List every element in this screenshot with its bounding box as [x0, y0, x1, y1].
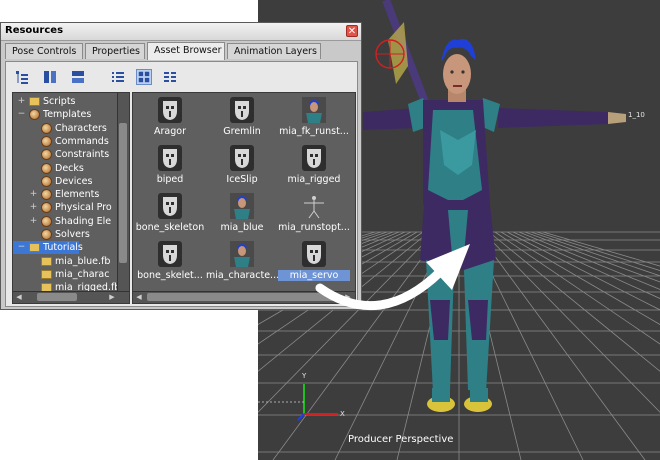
curved-arrow-annotation — [315, 244, 470, 311]
